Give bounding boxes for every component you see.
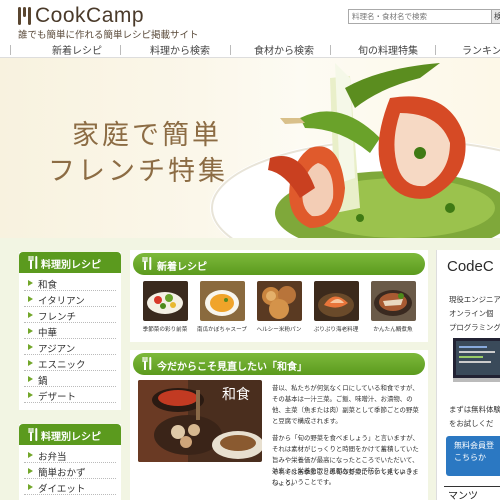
recipe-photo bbox=[257, 281, 302, 321]
ad-title: CodeC bbox=[447, 258, 494, 275]
nav-divider bbox=[120, 45, 121, 55]
section-heading: 新着レシピ bbox=[133, 253, 425, 275]
laptop-screen-image bbox=[453, 338, 500, 382]
section-heading-label: 今だからこそ見直したい「和食」 bbox=[157, 362, 307, 373]
sidebar-item-french[interactable]: フレンチ bbox=[24, 307, 116, 323]
feature-article-body-continued: それでは各季節ごとの旬の野菜について見ていきましょう。 bbox=[272, 468, 419, 487]
recipe-caption[interactable]: ヘルシー米粉パン bbox=[251, 325, 307, 333]
section-heading-label: 新着レシピ bbox=[157, 262, 207, 273]
nav-divider bbox=[10, 45, 11, 55]
feature-article-image[interactable]: 和食 bbox=[138, 380, 262, 462]
sidebar-item-easy-dishes[interactable]: 簡単おかず bbox=[24, 463, 116, 479]
recipe-thumbnail[interactable] bbox=[143, 281, 188, 321]
sidebar-item-ethnic[interactable]: エスニック bbox=[24, 355, 116, 371]
recipe-thumbnail[interactable] bbox=[200, 281, 245, 321]
sidebar-category-box: 料理別レシピ お弁当 簡単おかず ダイエット bbox=[19, 424, 121, 500]
section-heading: 今だからこそ見直したい「和食」 bbox=[133, 353, 425, 375]
hero-headline-line2: フレンチ特集 bbox=[48, 156, 228, 187]
recipe-thumbnail[interactable] bbox=[314, 281, 359, 321]
sidebar-item-dessert[interactable]: デザート bbox=[24, 387, 116, 403]
ad-text-line: 現役エンジニア bbox=[449, 295, 500, 304]
nav-item-new-recipes[interactable]: 新着レシピ bbox=[52, 42, 102, 57]
site-logo[interactable]: CookCamp bbox=[17, 4, 144, 28]
hero-banner[interactable]: 家庭で簡単 フレンチ特集 bbox=[0, 58, 500, 238]
sidebar-list: お弁当 簡単おかず ダイエット bbox=[19, 445, 121, 499]
nav-divider bbox=[435, 45, 436, 55]
fork-knife-icon bbox=[28, 428, 38, 441]
recipe-caption[interactable]: かんたん鯛煮魚 bbox=[365, 325, 421, 333]
sidebar-item-italian[interactable]: イタリアン bbox=[24, 291, 116, 307]
search-input[interactable] bbox=[348, 9, 492, 24]
recipe-caption[interactable]: 季節菜の彩り前菜 bbox=[137, 325, 193, 333]
nav-item-seasonal-feature[interactable]: 旬の料理特集 bbox=[358, 42, 418, 57]
site-tagline: 誰でも簡単に作れる簡単レシピ掲載サイト bbox=[18, 30, 199, 41]
ad-button-line: 無料会員登 bbox=[454, 441, 494, 450]
sidebar-item-chinese[interactable]: 中華 bbox=[24, 323, 116, 339]
sidebar-heading-label: 料理別レシピ bbox=[41, 432, 101, 443]
recipe-photo bbox=[371, 281, 416, 321]
sidebar-heading-label: 料理別レシピ bbox=[41, 260, 101, 271]
ad-text-line: をお試しくだ bbox=[449, 419, 494, 428]
recipe-caption[interactable]: 南瓜かぼちゃスープ bbox=[194, 325, 250, 333]
fork-knife-icon bbox=[28, 256, 38, 269]
recipe-caption[interactable]: ぷりぷり海老料理 bbox=[308, 325, 364, 333]
search-button[interactable]: 検 bbox=[491, 9, 500, 24]
global-nav: 新着レシピ 料理から検索 食材から検索 旬の料理特集 ランキン bbox=[0, 40, 500, 58]
fork-knife-icon bbox=[142, 257, 152, 270]
sidebar-item-diet[interactable]: ダイエット bbox=[24, 479, 116, 495]
sidebar-list: 和食 イタリアン フレンチ 中華 アジアン エスニック 鍋 デザート bbox=[19, 273, 121, 407]
ad-text-line: プログラミング bbox=[449, 323, 500, 332]
sidebar-item-bento[interactable]: お弁当 bbox=[24, 447, 116, 463]
hero-headline-line1: 家庭で簡単 bbox=[72, 120, 222, 151]
sidebar-heading: 料理別レシピ bbox=[19, 424, 121, 445]
sidebar-item-nabe[interactable]: 鍋 bbox=[24, 371, 116, 387]
nav-item-ranking[interactable]: ランキン bbox=[462, 42, 500, 57]
ad-text-line: まずは無料体験 bbox=[449, 405, 500, 414]
sidebar-item-washoku[interactable]: 和食 bbox=[24, 275, 116, 291]
recipe-photo bbox=[314, 281, 359, 321]
nav-item-search-by-ingredient[interactable]: 食材から検索 bbox=[254, 42, 314, 57]
recipe-thumbnail[interactable] bbox=[257, 281, 302, 321]
site-header: CookCamp 誰でも簡単に作れる簡単レシピ掲載サイト 検 bbox=[0, 0, 500, 41]
fork-knife-icon bbox=[142, 357, 152, 370]
sidebar-category-box: 料理別レシピ 和食 イタリアン フレンチ 中華 アジアン エスニック 鍋 デザー… bbox=[19, 252, 121, 410]
logo-text: CookCamp bbox=[35, 4, 145, 27]
recipe-photo bbox=[200, 281, 245, 321]
sidebar-heading: 料理別レシピ bbox=[19, 252, 121, 273]
nav-divider bbox=[230, 45, 231, 55]
fork-knife-icon bbox=[17, 6, 33, 26]
recipe-thumbnail[interactable] bbox=[371, 281, 416, 321]
nav-divider bbox=[330, 45, 331, 55]
recipe-photo bbox=[143, 281, 188, 321]
ad-button-line: こちらか bbox=[454, 453, 486, 462]
ad-bottom-banner[interactable]: マンツ bbox=[444, 486, 500, 500]
ad-register-button[interactable]: 無料会員登 こちらか bbox=[446, 436, 500, 476]
nav-item-search-by-dish[interactable]: 料理から検索 bbox=[150, 42, 210, 57]
sidebar-item-asian[interactable]: アジアン bbox=[24, 339, 116, 355]
page: CookCamp 誰でも簡単に作れる簡単レシピ掲載サイト 検 新着レシピ 料理か… bbox=[0, 0, 500, 500]
ad-text-line: オンライン個 bbox=[449, 309, 494, 318]
feature-paragraph: 昔以、私たちが何気なく口にしている和食ですが、その基本は一汁三菜。ご飯、味噌汁、… bbox=[272, 384, 419, 425]
feature-image-caption: 和食 bbox=[222, 387, 250, 403]
